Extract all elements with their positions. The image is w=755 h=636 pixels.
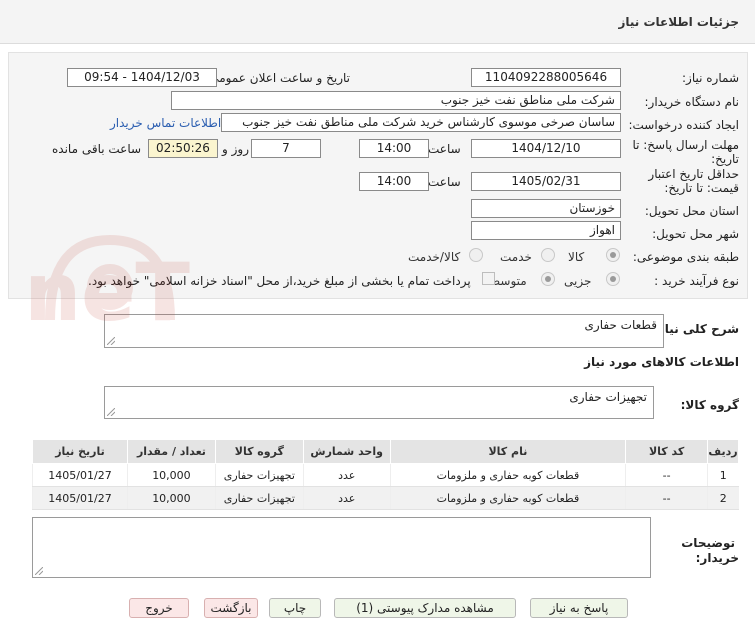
need-summary-label: شرح کلی نیاز: xyxy=(653,322,739,336)
goods-group-label: گروه کالا: xyxy=(680,398,739,412)
remaining-time-field: 02:50:26 xyxy=(148,139,218,158)
category-option-service: خدمت xyxy=(500,250,532,264)
buyer-org-label: نام دستگاه خریدار: xyxy=(644,95,740,109)
process-radio-minor[interactable] xyxy=(606,272,620,286)
col-header-item-code: کد کالا xyxy=(625,439,709,464)
resize-grip-icon[interactable] xyxy=(35,567,43,575)
need-number-field: 1104092288005646 xyxy=(471,68,621,87)
reply-to-need-button[interactable]: پاسخ به نیاز xyxy=(530,598,628,618)
print-button[interactable]: چاپ xyxy=(269,598,321,618)
announce-label: تاریخ و ساعت اعلان عمومی: xyxy=(205,71,350,85)
days-word: روز و xyxy=(222,142,249,156)
category-label: طبقه بندی موضوعی: xyxy=(632,250,739,264)
cell-unit: عدد xyxy=(302,486,391,510)
deadline-time-word: ساعت xyxy=(428,142,461,156)
resize-grip-icon[interactable] xyxy=(107,408,115,416)
page-title: جزئیات اطلاعات نیاز xyxy=(618,15,739,29)
view-attachments-button[interactable]: مشاهده مدارک پیوستی (1) xyxy=(334,598,516,618)
col-header-quantity: تعداد / مقدار xyxy=(127,439,216,464)
process-option-minor: جزیی xyxy=(564,274,592,288)
buyer-notes-textarea xyxy=(32,517,651,578)
cell-quantity: 10,000 xyxy=(127,463,216,487)
cell-item-code: -- xyxy=(625,463,708,487)
deadline-label-line1: مهلت ارسال پاسخ: تا xyxy=(632,138,739,152)
buyer-notes-label-line2: خریدار: xyxy=(695,551,739,565)
cell-need-date: 1405/01/27 xyxy=(32,463,128,487)
deadline-date-field: 1404/12/10 xyxy=(471,139,621,158)
validity-time-field: 14:00 xyxy=(359,172,429,191)
need-number-label: شماره نیاز: xyxy=(682,71,739,85)
col-header-need-date: تاریخ نیاز xyxy=(32,439,128,464)
category-radio-service[interactable] xyxy=(541,248,555,262)
province-label: استان محل تحویل: xyxy=(644,204,739,218)
days-remaining-field: 7 xyxy=(251,139,321,158)
cell-group: تجهیزات حفاری xyxy=(214,486,304,510)
table-row: 2 -- قطعات کوبه حفاری و ملزومات عدد تجهی… xyxy=(32,486,739,510)
table-row: 1 -- قطعات کوبه حفاری و ملزومات عدد تجهی… xyxy=(32,463,739,487)
goods-info-title: اطلاعات کالاهای مورد نیاز xyxy=(584,355,739,369)
cell-unit: عدد xyxy=(302,463,391,487)
col-header-row-number: ردیف xyxy=(707,439,739,464)
validity-label-line2: قیمت: تا تاریخ: xyxy=(664,181,739,195)
category-option-goods-service: کالا/خدمت xyxy=(408,250,461,264)
validity-date-field: 1405/02/31 xyxy=(471,172,621,191)
buyer-org-field: شرکت ملی مناطق نفت خیز جنوب xyxy=(171,91,621,110)
col-header-unit: واحد شمارش xyxy=(302,439,391,464)
col-header-item-name: نام کالا xyxy=(389,439,627,464)
validity-label-line1: حداقل تاریخ اعتبار xyxy=(648,167,739,181)
cell-group: تجهیزات حفاری xyxy=(214,463,304,487)
need-summary-textarea: قطعات حفاری xyxy=(104,314,664,348)
treasury-payment-note: پرداخت تمام یا بخشی از مبلغ خرید،از محل … xyxy=(88,274,471,288)
goods-group-textarea: تجهیزات حفاری xyxy=(104,386,654,419)
announce-datetime-field: 1404/12/03 - 09:54 xyxy=(67,68,217,87)
category-radio-goods-service[interactable] xyxy=(469,248,483,262)
treasury-payment-checkbox[interactable] xyxy=(482,272,495,285)
need-summary-text: قطعات حفاری xyxy=(584,318,657,332)
cell-item-name: قطعات کوبه حفاری و ملزومات xyxy=(389,463,626,487)
validity-time-word: ساعت xyxy=(428,175,461,189)
creator-label: ایجاد کننده درخواست: xyxy=(628,118,739,132)
category-option-goods: کالا xyxy=(568,250,585,264)
buyer-contact-link[interactable]: اطلاعات تماس خریدار xyxy=(110,116,221,130)
city-field: اهواز xyxy=(471,221,621,240)
cell-item-name: قطعات کوبه حفاری و ملزومات xyxy=(389,486,626,510)
resize-grip-icon[interactable] xyxy=(107,337,115,345)
goods-table-header-row: ردیف کد کالا نام کالا واحد شمارش گروه کا… xyxy=(32,439,739,464)
back-button[interactable]: بازگشت xyxy=(204,598,258,618)
cell-row-number: 1 xyxy=(707,463,739,487)
buyer-notes-label-line1: توضیحات xyxy=(681,536,735,550)
province-field: خوزستان xyxy=(471,199,621,218)
category-radio-goods[interactable] xyxy=(606,248,620,262)
goods-table: ردیف کد کالا نام کالا واحد شمارش گروه کا… xyxy=(32,439,739,510)
cell-quantity: 10,000 xyxy=(127,486,216,510)
creator-field: ساسان صرخی موسوی کارشناس خرید شرکت ملی م… xyxy=(221,113,621,132)
page-header: جزئیات اطلاعات نیاز xyxy=(0,0,755,44)
cell-item-code: -- xyxy=(625,486,708,510)
process-label: نوع فرآیند خرید : xyxy=(654,274,739,288)
city-label: شهر محل تحویل: xyxy=(652,227,739,241)
col-header-group: گروه کالا xyxy=(214,439,304,464)
deadline-time-field: 14:00 xyxy=(359,139,429,158)
goods-group-text: تجهیزات حفاری xyxy=(569,390,647,404)
process-radio-medium[interactable] xyxy=(541,272,555,286)
cell-need-date: 1405/01/27 xyxy=(32,486,128,510)
cell-row-number: 2 xyxy=(707,486,739,510)
exit-button[interactable]: خروج xyxy=(129,598,189,618)
deadline-label-line2: تاریخ: xyxy=(711,152,739,166)
remaining-word: ساعت باقی مانده xyxy=(52,142,142,156)
